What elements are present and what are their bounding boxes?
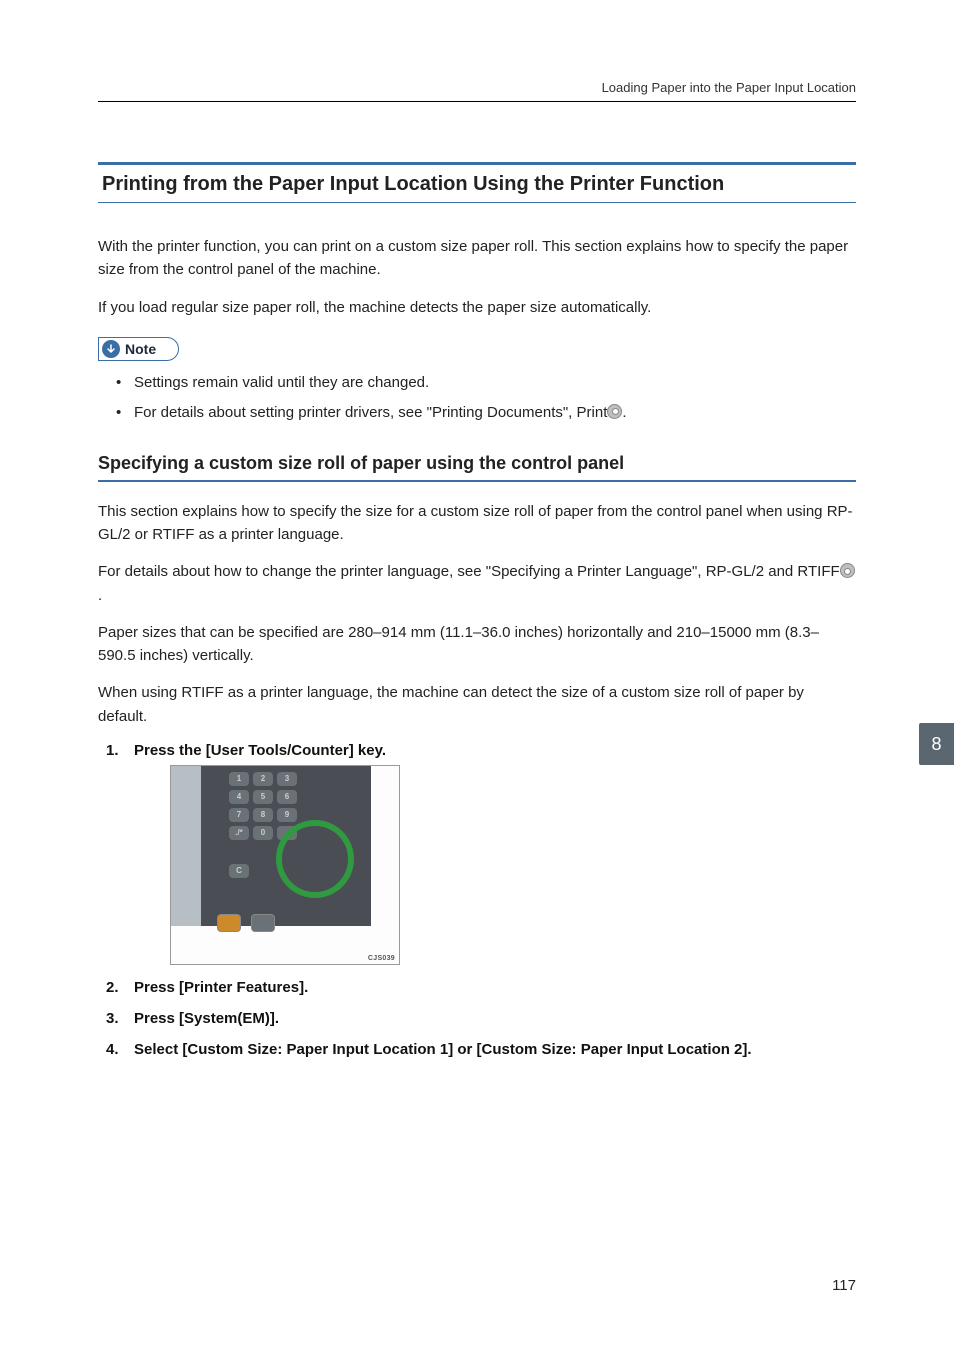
steps-list: Press the [User Tools/Counter] key. 123 … [98,742,856,1058]
disc-icon [607,404,622,419]
page-number: 117 [832,1277,856,1294]
step-item: Select [Custom Size: Paper Input Locatio… [98,1041,856,1058]
step-item: Press [System(EM)]. [98,1010,856,1027]
sub-paragraph-3: Paper sizes that can be specified are 28… [98,621,856,668]
note-item: For details about setting printer driver… [134,401,856,425]
sub-paragraph-2: For details about how to change the prin… [98,560,856,607]
user-tools-key-icon [217,914,241,932]
sub-paragraph-1: This section explains how to specify the… [98,500,856,547]
step-item: Press the [User Tools/Counter] key. 123 … [98,742,856,965]
chapter-tab: 8 [919,723,954,765]
figure-code: CJS039 [368,955,395,962]
control-panel-figure: 123 456 789 ./*0 C CJS039 [170,765,400,965]
note-callout: Note [98,337,179,361]
intro-paragraph-2: If you load regular size paper roll, the… [98,296,856,319]
intro-paragraph-1: With the printer function, you can print… [98,235,856,282]
breadcrumb: Loading Paper into the Paper Input Locat… [602,80,856,95]
sub-paragraph-4: When using RTIFF as a printer language, … [98,681,856,728]
step-item: Press [Printer Features]. [98,979,856,996]
note-list: Settings remain valid until they are cha… [98,371,856,425]
note-item: Settings remain valid until they are cha… [134,371,856,395]
note-arrow-icon [102,340,120,358]
highlight-ring-icon [276,820,354,898]
section-title: Printing from the Paper Input Location U… [98,162,856,203]
sub-section-title: Specifying a custom size roll of paper u… [98,453,856,482]
disc-icon [840,563,855,578]
page-header: Loading Paper into the Paper Input Locat… [98,80,856,102]
panel-button [251,914,275,932]
note-label: Note [125,341,156,357]
figure-wrap: 123 456 789 ./*0 C CJS039 [170,765,856,965]
